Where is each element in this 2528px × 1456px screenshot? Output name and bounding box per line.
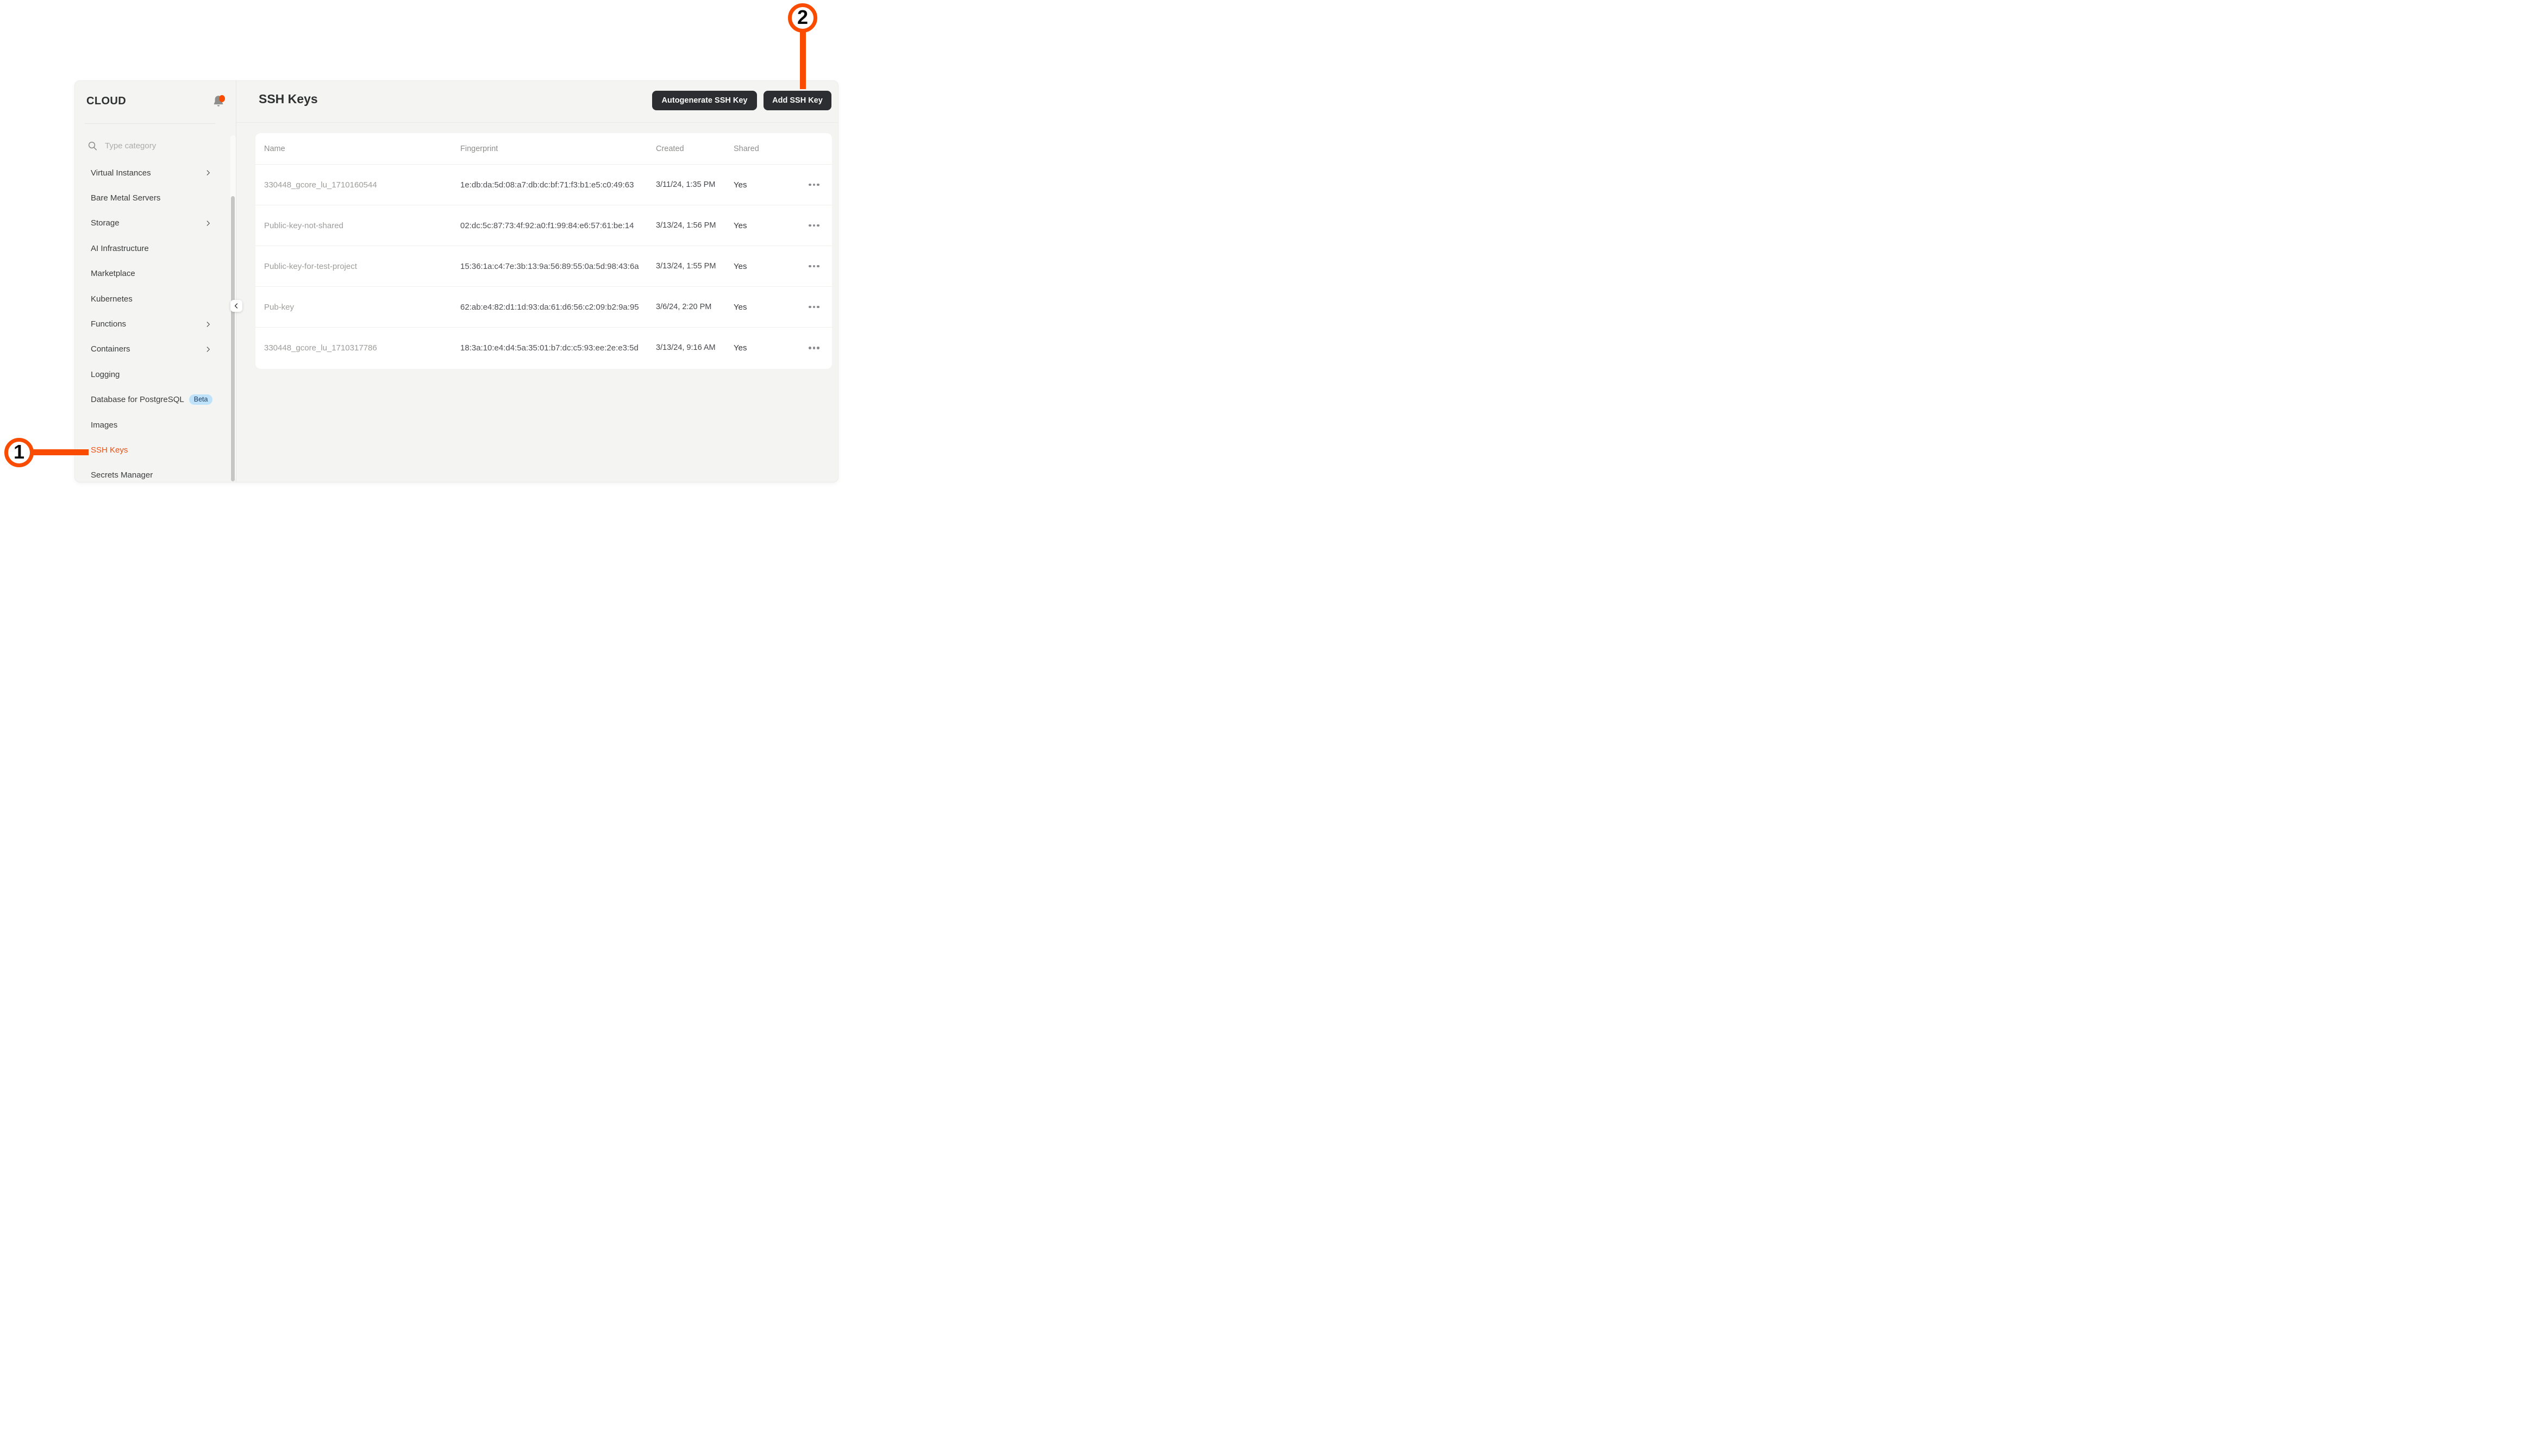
- key-fingerprint: 62:ab:e4:82:d1:1d:93:da:61:d6:56:c2:09:b…: [460, 302, 639, 312]
- key-created: 3/13/24, 9:16 AM: [656, 343, 716, 352]
- annotation-2-connector-line: [800, 32, 806, 89]
- search-placeholder: Type category: [105, 141, 157, 150]
- key-shared: Yes: [734, 302, 747, 312]
- sidebar-item-kubernetes[interactable]: Kubernetes: [75, 286, 236, 311]
- page: CLOUD Type category Virtual Instances Ba…: [0, 0, 843, 485]
- sidebar-title: CLOUD: [86, 95, 127, 107]
- sidebar-item-storage[interactable]: Storage: [75, 211, 236, 236]
- sidebar-collapse-button[interactable]: [230, 300, 242, 312]
- sidebar: CLOUD Type category Virtual Instances Ba…: [75, 81, 236, 482]
- key-shared: Yes: [734, 221, 747, 230]
- autogenerate-ssh-key-button[interactable]: Autogenerate SSH Key: [652, 91, 757, 110]
- sidebar-item-virtual-instances[interactable]: Virtual Instances: [75, 160, 236, 185]
- key-fingerprint: 18:3a:10:e4:d4:5a:35:01:b7:dc:c5:93:ee:2…: [460, 343, 639, 353]
- beta-badge: Beta: [189, 394, 213, 405]
- row-actions-ellipsis-icon[interactable]: [808, 180, 821, 190]
- chevron-right-icon: [204, 169, 212, 177]
- key-shared: Yes: [734, 180, 747, 190]
- key-created: 3/13/24, 1:55 PM: [656, 261, 716, 271]
- table-header-row: Name Fingerprint Created Shared: [255, 133, 832, 165]
- sidebar-item-functions[interactable]: Functions: [75, 311, 236, 336]
- row-actions-ellipsis-icon[interactable]: [808, 262, 821, 271]
- chevron-right-icon: [204, 321, 212, 328]
- table-row: Public-key-for-test-project 15:36:1a:c4:…: [255, 246, 832, 287]
- row-actions-ellipsis-icon[interactable]: [808, 221, 821, 230]
- annotation-step-1-marker: 1: [4, 438, 34, 467]
- key-shared: Yes: [734, 343, 747, 353]
- key-fingerprint: 1e:db:da:5d:08:a7:db:dc:bf:71:f3:b1:e5:c…: [460, 180, 634, 190]
- column-header-name: Name: [264, 144, 285, 153]
- annotation-step-2-marker: 2: [788, 3, 817, 33]
- table-row: Public-key-not-shared 02:dc:5c:87:73:4f:…: [255, 205, 832, 246]
- key-name: Public-key-for-test-project: [264, 261, 357, 271]
- sidebar-item-database-for-postgresql[interactable]: Database for PostgreSQL Beta: [75, 387, 236, 412]
- search-icon: [88, 141, 97, 150]
- sidebar-item-secrets-manager[interactable]: Secrets Manager: [75, 463, 236, 482]
- key-created: 3/13/24, 1:56 PM: [656, 221, 716, 230]
- key-shared: Yes: [734, 261, 747, 271]
- ssh-keys-table: Name Fingerprint Created Shared 330448_g…: [255, 133, 832, 369]
- column-header-created: Created: [656, 144, 684, 153]
- table-row: Pub-key 62:ab:e4:82:d1:1d:93:da:61:d6:56…: [255, 287, 832, 328]
- row-actions-ellipsis-icon[interactable]: [808, 343, 821, 353]
- notification-dot: [219, 95, 225, 102]
- key-created: 3/11/24, 1:35 PM: [656, 180, 716, 189]
- key-created: 3/6/24, 2:20 PM: [656, 302, 712, 311]
- key-name: 330448_gcore_lu_1710317786: [264, 343, 377, 353]
- sidebar-item-marketplace[interactable]: Marketplace: [75, 261, 236, 286]
- add-ssh-key-button[interactable]: Add SSH Key: [764, 91, 831, 110]
- sidebar-header: CLOUD: [86, 90, 225, 112]
- app-panel: CLOUD Type category Virtual Instances Ba…: [74, 80, 839, 482]
- category-search-input[interactable]: Type category: [88, 136, 213, 155]
- sidebar-item-images[interactable]: Images: [75, 412, 236, 437]
- column-header-shared: Shared: [734, 144, 759, 153]
- sidebar-item-bare-metal-servers[interactable]: Bare Metal Servers: [75, 185, 236, 210]
- key-fingerprint: 15:36:1a:c4:7e:3b:13:9a:56:89:55:0a:5d:9…: [460, 261, 639, 271]
- sidebar-item-ssh-keys[interactable]: SSH Keys: [75, 437, 236, 462]
- key-name: Public-key-not-shared: [264, 221, 343, 230]
- key-fingerprint: 02:dc:5c:87:73:4f:92:a0:f1:99:84:e6:57:6…: [460, 221, 634, 230]
- sidebar-item-ai-infrastructure[interactable]: AI Infrastructure: [75, 236, 236, 261]
- page-title: SSH Keys: [259, 92, 318, 106]
- notifications-bell-icon[interactable]: [212, 95, 225, 108]
- sidebar-divider: [85, 123, 215, 124]
- table-row: 330448_gcore_lu_1710317786 18:3a:10:e4:d…: [255, 328, 832, 368]
- sidebar-nav: Virtual Instances Bare Metal Servers Sto…: [75, 160, 236, 482]
- table-row: 330448_gcore_lu_1710160544 1e:db:da:5d:0…: [255, 165, 832, 205]
- key-name: 330448_gcore_lu_1710160544: [264, 180, 377, 190]
- chevron-left-icon: [233, 303, 240, 309]
- main-content: SSH Keys Autogenerate SSH Key Add SSH Ke…: [236, 81, 838, 482]
- sidebar-scrollbar-thumb[interactable]: [231, 196, 235, 481]
- sidebar-item-logging[interactable]: Logging: [75, 362, 236, 387]
- column-header-fingerprint: Fingerprint: [460, 144, 498, 153]
- key-name: Pub-key: [264, 302, 295, 312]
- sidebar-item-containers[interactable]: Containers: [75, 337, 236, 362]
- chevron-right-icon: [204, 346, 212, 353]
- header-divider: [236, 122, 838, 123]
- row-actions-ellipsis-icon[interactable]: [808, 303, 821, 312]
- chevron-right-icon: [204, 219, 212, 227]
- annotation-1-connector-line: [32, 449, 89, 455]
